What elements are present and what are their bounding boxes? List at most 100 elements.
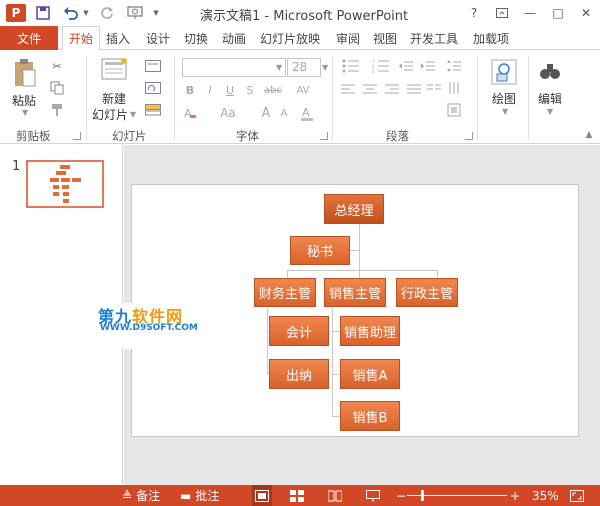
cut-icon[interactable]: ✂	[48, 58, 66, 74]
new-slide-dropdown-icon[interactable]: ▼	[130, 110, 136, 119]
fit-to-window-icon[interactable]	[570, 485, 584, 506]
tab-developer[interactable]: 开发工具	[410, 26, 458, 50]
columns-icon[interactable]	[426, 82, 442, 98]
notes-button[interactable]: ≜ 备注	[122, 485, 160, 506]
org-node-manager[interactable]: 销售主管	[324, 278, 386, 307]
font-size-dropdown-icon[interactable]: ▼	[322, 63, 328, 72]
editing-button[interactable]: 编辑	[538, 90, 562, 107]
editing-dropdown-icon[interactable]: ▼	[547, 107, 553, 116]
save-icon[interactable]	[32, 2, 54, 24]
tab-transitions[interactable]: 切换	[184, 26, 208, 50]
italic-icon[interactable]: I	[202, 82, 218, 98]
slide-thumbnail[interactable]	[26, 160, 104, 208]
copy-icon[interactable]	[48, 80, 66, 96]
tab-file[interactable]: 文件	[0, 26, 58, 50]
slideshow-from-start-icon[interactable]	[124, 2, 146, 24]
font-name-combobox[interactable]	[182, 58, 286, 77]
org-node-staff[interactable]: 销售B	[340, 401, 400, 431]
strikethrough-icon[interactable]: abc	[262, 82, 284, 98]
tab-view[interactable]: 视图	[373, 26, 397, 50]
character-spacing-icon[interactable]: AV	[290, 82, 316, 98]
tab-design[interactable]: 设计	[146, 26, 170, 50]
ribbon-display-options-icon[interactable]	[488, 2, 516, 24]
org-node-staff[interactable]: 销售A	[340, 359, 400, 389]
zoom-out-icon[interactable]: −	[396, 485, 406, 506]
line-spacing-icon[interactable]	[446, 58, 462, 74]
new-slide-label-line1[interactable]: 新建	[102, 90, 126, 107]
tab-slideshow[interactable]: 幻灯片放映	[260, 26, 320, 50]
align-right-icon[interactable]	[384, 82, 400, 98]
comments-button[interactable]: ▬ 批注	[180, 485, 219, 506]
tab-animations[interactable]: 动画	[222, 26, 246, 50]
zoom-in-icon[interactable]: +	[510, 485, 520, 506]
binoculars-icon[interactable]	[538, 58, 562, 84]
font-color-icon[interactable]: A	[298, 104, 316, 122]
convert-to-smartart-icon[interactable]	[446, 102, 462, 118]
paste-dropdown-icon[interactable]: ▼	[22, 108, 28, 117]
collapse-ribbon-icon[interactable]: ▲	[584, 130, 594, 140]
slide-sorter-view-icon[interactable]	[290, 485, 304, 506]
paste-icon[interactable]	[12, 56, 38, 90]
slideshow-view-icon[interactable]	[366, 485, 380, 506]
tab-home[interactable]: 开始	[62, 26, 101, 51]
org-node-top[interactable]: 总经理	[324, 194, 384, 224]
font-size-combobox[interactable]: 28	[287, 58, 321, 77]
powerpoint-logo-icon[interactable]: P	[6, 4, 26, 22]
new-slide-button[interactable]: 幻灯片	[92, 106, 128, 123]
org-node-staff[interactable]: 出纳	[269, 359, 329, 389]
org-node-manager[interactable]: 行政主管	[396, 278, 458, 307]
paste-button[interactable]: 粘贴	[12, 92, 36, 109]
minimize-icon[interactable]: —	[516, 2, 544, 24]
customize-qat-icon[interactable]: ▼	[152, 2, 160, 24]
font-launcher-icon[interactable]	[320, 132, 328, 140]
format-painter-icon[interactable]	[48, 102, 66, 118]
close-icon[interactable]: ✕	[572, 2, 600, 24]
connector-line	[287, 270, 437, 271]
clipboard-group-label: 剪贴板	[16, 129, 51, 143]
maximize-icon[interactable]: □	[544, 2, 572, 24]
bold-icon[interactable]: B	[182, 82, 198, 98]
drawing-button[interactable]: 绘图	[492, 90, 516, 107]
underline-icon[interactable]: U	[222, 82, 238, 98]
tab-insert[interactable]: 插入	[106, 26, 130, 50]
normal-view-icon[interactable]	[252, 485, 272, 506]
decrease-indent-icon[interactable]	[398, 58, 414, 74]
connector-line	[359, 224, 360, 270]
paragraph-launcher-icon[interactable]	[465, 132, 473, 140]
reset-slide-icon[interactable]	[142, 80, 164, 96]
reading-view-icon[interactable]	[328, 485, 342, 506]
drawing-dropdown-icon[interactable]: ▼	[502, 107, 508, 116]
shrink-font-icon[interactable]: A	[276, 104, 292, 122]
ribbon-tabs: 文件 开始 插入 设计 切换 动画 幻灯片放映 审阅 视图 开发工具 加载项	[0, 26, 600, 51]
drawing-shapes-icon[interactable]	[490, 58, 518, 86]
org-node-secretary[interactable]: 秘书	[290, 236, 350, 265]
org-node-manager[interactable]: 财务主管	[254, 278, 316, 307]
undo-dropdown-icon[interactable]: ▼	[82, 2, 90, 24]
change-case-icon[interactable]: Aa	[214, 104, 242, 122]
title-bar: P ▼ ▼ 演示文稿1 - Microsoft PowerPoint ? — □…	[0, 0, 600, 26]
clipboard-launcher-icon[interactable]	[73, 132, 81, 140]
zoom-slider-thumb[interactable]	[421, 490, 424, 501]
font-name-dropdown-icon[interactable]: ▼	[276, 63, 282, 72]
org-node-staff[interactable]: 会计	[269, 316, 329, 346]
section-icon[interactable]	[142, 102, 164, 118]
align-left-icon[interactable]	[340, 82, 356, 98]
undo-icon[interactable]	[60, 2, 82, 24]
shadow-icon[interactable]: S	[242, 82, 258, 98]
new-slide-icon[interactable]	[100, 56, 130, 84]
numbering-icon[interactable]: 123	[370, 58, 392, 74]
clear-formatting-icon[interactable]: A	[182, 104, 198, 122]
justify-icon[interactable]	[406, 82, 422, 98]
zoom-level[interactable]: 35%	[532, 485, 559, 506]
grow-font-icon[interactable]: A	[258, 104, 274, 122]
redo-icon[interactable]	[96, 2, 118, 24]
tab-addins[interactable]: 加载项	[473, 26, 509, 50]
align-center-icon[interactable]	[362, 82, 378, 98]
layout-icon[interactable]	[142, 58, 164, 74]
text-direction-icon[interactable]	[446, 80, 462, 96]
org-node-staff[interactable]: 销售助理	[340, 316, 400, 346]
help-icon[interactable]: ?	[460, 2, 488, 24]
tab-review[interactable]: 审阅	[336, 26, 360, 50]
increase-indent-icon[interactable]	[420, 58, 436, 74]
bullets-icon[interactable]	[340, 58, 362, 74]
